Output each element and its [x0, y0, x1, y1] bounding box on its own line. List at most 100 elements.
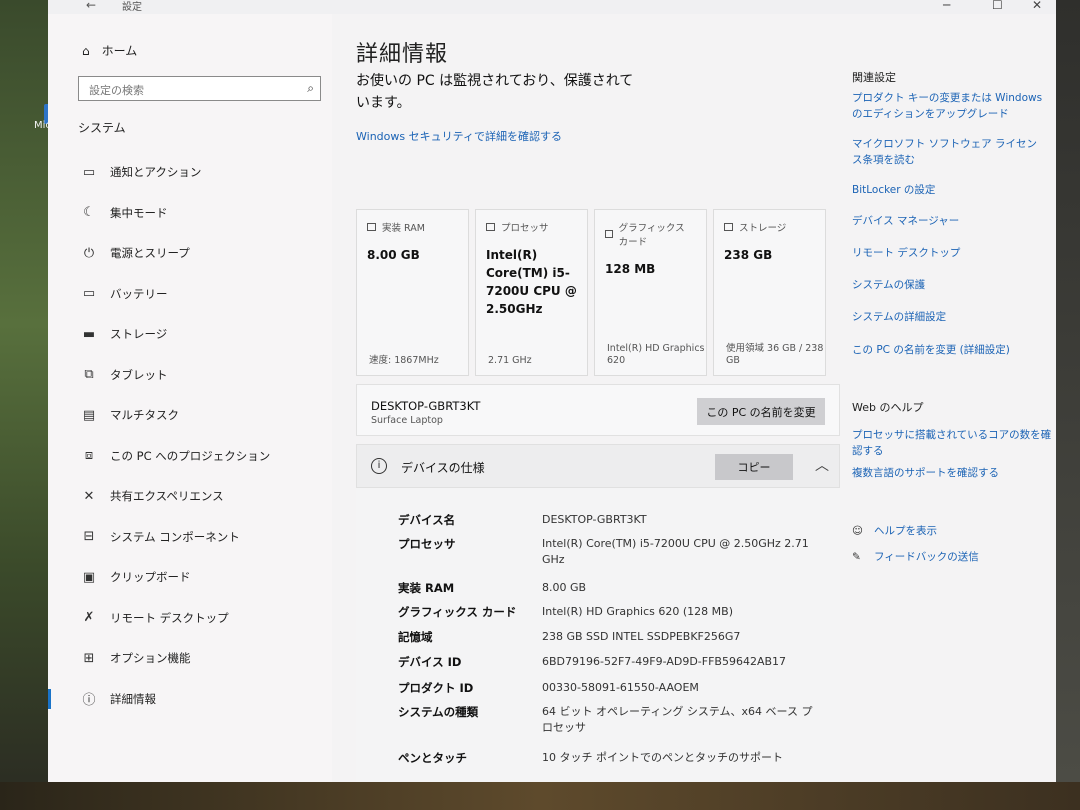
- storage-card: ストレージ 238 GB 使用領域 36 GB / 238 GB: [713, 209, 826, 376]
- sidebar-item-projection[interactable]: ⧈ この PC へのプロジェクション: [72, 436, 322, 477]
- sidebar-item-tablet[interactable]: ⧉ タブレット: [72, 355, 322, 396]
- options-icon: ⊞: [83, 650, 95, 666]
- card-footer: 使用領域 36 GB / 238 GB: [726, 343, 824, 366]
- rail-link-device-manager[interactable]: デバイス マネージャー: [852, 213, 959, 229]
- rail-link-bitlocker[interactable]: BitLocker の設定: [852, 182, 935, 198]
- sidebar-item-label: バッテリー: [110, 286, 168, 301]
- sidebar-item-label: 集中モード: [110, 205, 168, 220]
- device-spec-header[interactable]: i デバイスの仕様 コピー ︿: [356, 444, 840, 488]
- rail-link-remote-desktop[interactable]: リモート デスクトップ: [852, 245, 960, 261]
- card-footer: 2.71 GHz: [488, 355, 532, 366]
- graphics-card: グラフィックス カード 128 MB Intel(R) HD Graphics …: [594, 209, 707, 376]
- spec-key: 実装 RAM: [398, 581, 455, 595]
- ram-icon: [367, 223, 376, 231]
- device-model: Surface Laptop: [371, 415, 443, 426]
- close-button[interactable]: ✕: [1032, 0, 1042, 12]
- multitask-icon: ▤: [82, 407, 96, 423]
- rail-link-license[interactable]: マイクロソフト ソフトウェア ライセンス条項を読む: [852, 136, 1047, 168]
- sidebar-item-label: 電源とスリープ: [110, 246, 190, 261]
- processor-icon: [486, 223, 495, 231]
- help-link-languages[interactable]: 複数言語のサポートを確認する: [852, 465, 999, 481]
- rail-link-product-key[interactable]: プロダクト キーの変更または Windows のエディションをアップグレード: [852, 90, 1052, 122]
- rail-link-advanced-system[interactable]: システムの詳細設定: [852, 309, 946, 325]
- sidebar-home[interactable]: ⌂ ホーム: [82, 42, 137, 59]
- spec-value: Intel(R) HD Graphics 620 (128 MB): [542, 605, 733, 618]
- maximize-button[interactable]: ☐: [992, 0, 1003, 12]
- ram-card: 実装 RAM 8.00 GB 速度: 1867MHz: [356, 209, 469, 376]
- sidebar-item-options[interactable]: ⊞ オプション機能: [72, 638, 322, 679]
- card-label: グラフィックス カード: [618, 223, 685, 248]
- chevron-up-icon[interactable]: ︿: [815, 455, 829, 475]
- window-title: 設定: [122, 2, 142, 13]
- sidebar-item-label: 共有エクスペリエンス: [110, 489, 224, 504]
- page-title: 詳細情報: [356, 42, 449, 67]
- spec-key: グラフィックス カード: [398, 605, 517, 619]
- card-label: ストレージ: [739, 223, 787, 234]
- security-link[interactable]: Windows セキュリティで詳細を確認する: [356, 128, 562, 144]
- home-label: ホーム: [101, 44, 138, 58]
- main-content: 詳細情報 お使いの PC は監視されており、保護されています。 Windows …: [332, 14, 1056, 782]
- spec-value: 238 GB SSD INTEL SSDPEBKF256G7: [542, 630, 741, 643]
- feedback-link[interactable]: ✎ フィードバックの送信: [852, 549, 979, 565]
- search-input[interactable]: 設定の検索 ⌕: [78, 76, 321, 101]
- storage-icon: ▬: [82, 326, 96, 342]
- battery-icon: ▭: [82, 286, 96, 302]
- graphics-icon: [605, 230, 613, 238]
- rail-link-rename-advanced[interactable]: この PC の名前を変更 (詳細設定): [852, 342, 1010, 358]
- spec-value: 64 ビット オペレーティング システム、x64 ベース プロセッサ: [542, 705, 813, 734]
- moon-icon: ☾: [83, 205, 95, 221]
- spec-value: Intel(R) Core(TM) i5-7200U CPU @ 2.50GHz…: [542, 537, 809, 566]
- spec-key: プロセッサ: [398, 537, 456, 551]
- sidebar-item-about[interactable]: ⓘ 詳細情報: [48, 679, 322, 720]
- storage-card-icon: [724, 223, 733, 231]
- processor-card: プロセッサ Intel(R) Core(TM) i5-7200U CPU @ 2…: [475, 209, 588, 376]
- minimize-button[interactable]: ─: [943, 0, 950, 12]
- sidebar-item-shared[interactable]: ✕ 共有エクスペリエンス: [72, 476, 322, 517]
- help-bubble-icon: ☺: [852, 525, 863, 537]
- rename-pc-button[interactable]: この PC の名前を変更: [697, 398, 825, 425]
- show-help-label: ヘルプを表示: [874, 525, 937, 537]
- copy-button[interactable]: コピー: [715, 454, 793, 480]
- power-icon: ⏻: [83, 245, 95, 261]
- sidebar-item-power[interactable]: ⏻ 電源とスリープ: [72, 233, 322, 274]
- help-link-cores[interactable]: プロセッサに搭載されているコアの数を確認する: [852, 427, 1052, 459]
- card-value: Intel(R) Core(TM) i5-7200U CPU @ 2.50GHz: [486, 248, 577, 316]
- rail-link-system-protection[interactable]: システムの保護: [852, 277, 925, 293]
- back-arrow-icon[interactable]: ←: [86, 0, 96, 12]
- card-footer: Intel(R) HD Graphics 620: [607, 343, 705, 366]
- component-icon: ⊟: [83, 529, 95, 545]
- spec-value: 6BD79196-52F7-49F9-AD9D-FFB59642AB17: [542, 655, 787, 668]
- spec-key: デバイス ID: [398, 655, 462, 669]
- protection-status: お使いの PC は監視されており、保護されています。: [356, 73, 634, 111]
- sidebar-item-label: マルチタスク: [110, 408, 179, 423]
- desktop-background-right: [1056, 0, 1080, 810]
- sidebar-item-focus[interactable]: ☾ 集中モード: [72, 193, 322, 234]
- spec-key: プロダクト ID: [398, 681, 474, 695]
- show-help-link[interactable]: ☺ ヘルプを表示: [852, 523, 937, 539]
- sidebar-item-multitask[interactable]: ▤ マルチタスク: [72, 395, 322, 436]
- sidebar-item-components[interactable]: ⊟ システム コンポーネント: [72, 517, 322, 558]
- projection-icon: ⧈: [84, 448, 94, 464]
- sidebar-item-clipboard[interactable]: ▣ クリップボード: [72, 557, 322, 598]
- sidebar-item-storage[interactable]: ▬ ストレージ: [72, 314, 322, 355]
- shared-icon: ✕: [83, 488, 95, 504]
- spec-title: デバイスの仕様: [401, 461, 485, 475]
- sidebar-item-label: タブレット: [110, 367, 168, 382]
- spec-key: システムの種類: [398, 705, 479, 719]
- clipboard-icon: ▣: [82, 569, 96, 585]
- sidebar-item-label: ストレージ: [110, 327, 168, 342]
- search-icon[interactable]: ⌕: [307, 81, 314, 96]
- feedback-label: フィードバックの送信: [874, 551, 979, 563]
- card-value: 8.00 GB: [367, 248, 420, 262]
- device-name: DESKTOP-GBRT3KT: [371, 399, 481, 413]
- card-footer: 速度: 1867MHz: [369, 355, 439, 366]
- spec-key: デバイス名: [398, 513, 456, 527]
- sidebar-item-label: システム コンポーネント: [110, 529, 240, 544]
- settings-window: ← 設定 ─ ☐ ✕ ⌂ ホーム 設定の検索 ⌕ システム ▭ 通知とアクション …: [48, 0, 1056, 782]
- web-help-heading: Web のヘルプ: [852, 401, 924, 414]
- sidebar-item-remote[interactable]: ✗ リモート デスクトップ: [72, 598, 322, 639]
- spec-value: 00330-58091-61550-AAOEM: [542, 681, 699, 694]
- sidebar-item-notifications[interactable]: ▭ 通知とアクション: [72, 152, 322, 193]
- sidebar-item-battery[interactable]: ▭ バッテリー: [72, 274, 322, 315]
- info-icon: ⓘ: [82, 693, 96, 709]
